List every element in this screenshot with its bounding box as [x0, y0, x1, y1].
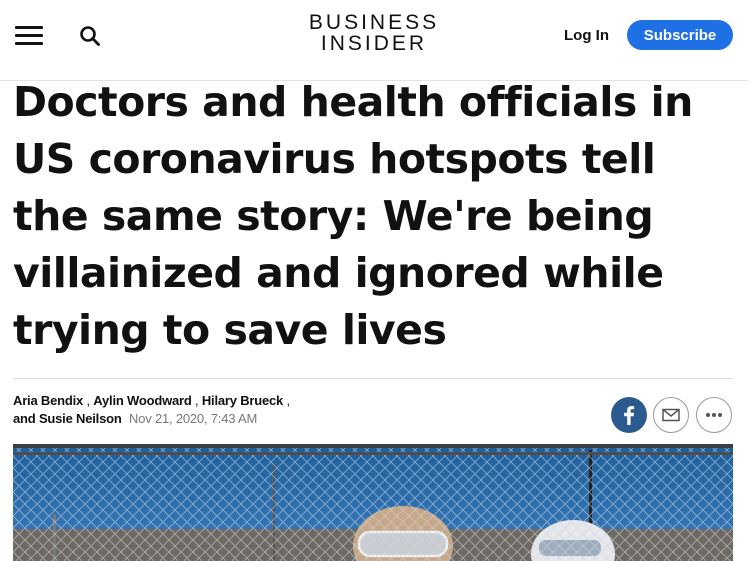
email-icon: [662, 408, 680, 422]
more-share-options-button[interactable]: [696, 397, 732, 433]
login-link[interactable]: Log In: [564, 27, 609, 44]
article-byline: Aria Bendix , Aylin Woodward , Hilary Br…: [13, 392, 343, 428]
facebook-share-button[interactable]: [611, 397, 647, 433]
facebook-icon: [624, 406, 635, 425]
search-icon[interactable]: [78, 24, 102, 48]
author-conjunction: and: [13, 411, 36, 426]
top-navigation-bar: BUSINESS INSIDER Log In Subscribe: [0, 0, 748, 81]
author-link[interactable]: Aylin Woodward: [93, 393, 192, 408]
author-link[interactable]: Aria Bendix: [13, 393, 83, 408]
author-link[interactable]: Susie Neilson: [39, 411, 122, 426]
logo-line-2: INSIDER: [320, 32, 428, 55]
business-insider-logo[interactable]: BUSINESS INSIDER: [300, 12, 448, 54]
author-link[interactable]: Hilary Brueck: [202, 393, 283, 408]
logo-line-1: BUSINESS: [308, 11, 440, 34]
more-options-icon: [706, 413, 722, 417]
hero-image: [13, 444, 733, 561]
author-separator: ,: [191, 393, 202, 408]
byline-divider: [13, 378, 733, 379]
author-separator: ,: [283, 393, 291, 408]
publish-date: Nov 21, 2020, 7:43 AM: [129, 411, 258, 426]
subscribe-button[interactable]: Subscribe: [627, 20, 733, 50]
hamburger-menu-icon[interactable]: [15, 26, 43, 46]
author-separator: ,: [83, 393, 94, 408]
article-headline: Doctors and health officials in US coron…: [13, 78, 693, 354]
email-share-button[interactable]: [653, 397, 689, 433]
